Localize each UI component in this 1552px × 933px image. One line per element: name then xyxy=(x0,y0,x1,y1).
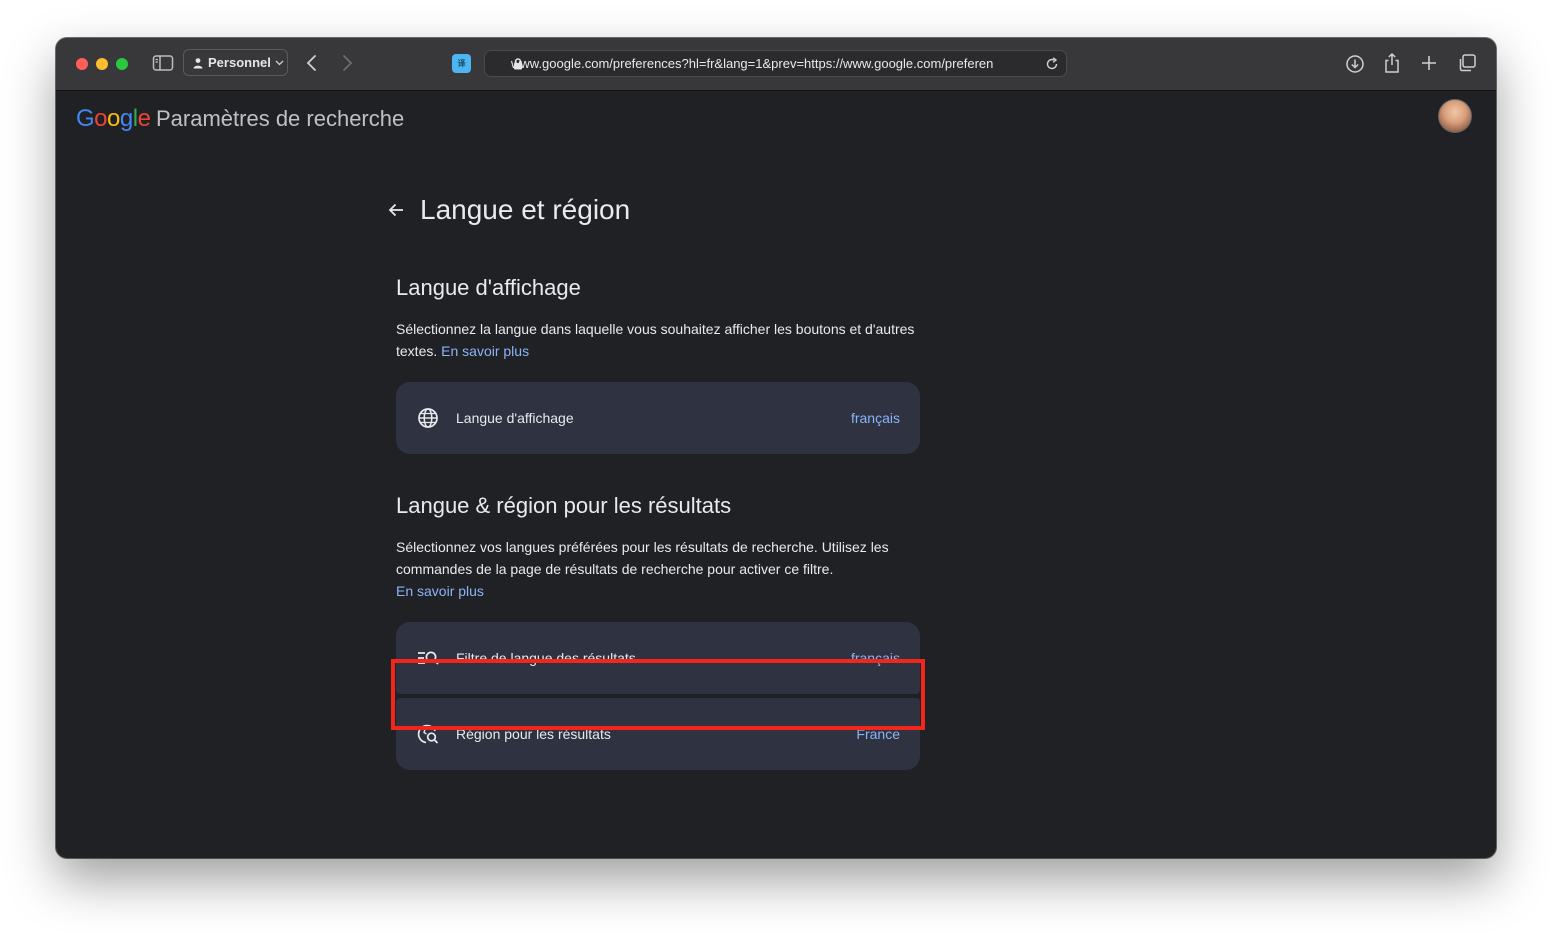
minimize-window-button[interactable] xyxy=(96,58,108,70)
chevron-down-icon xyxy=(275,60,284,65)
learn-more-link[interactable]: En savoir plus xyxy=(396,583,484,599)
globe-search-icon xyxy=(416,722,440,746)
filter-search-icon xyxy=(416,646,440,670)
downloads-icon[interactable] xyxy=(1345,54,1365,74)
sidebar-toggle-icon[interactable] xyxy=(152,54,174,72)
chevron-right-icon xyxy=(343,55,353,71)
back-arrow-icon[interactable] xyxy=(386,200,406,225)
results-language-filter-setting[interactable]: Filtre de langue des résultats français xyxy=(396,622,920,694)
profile-menu-button[interactable]: Personnel xyxy=(183,49,288,76)
results-language-region-heading: Langue & région pour les résultats xyxy=(396,493,732,518)
setting-value: français xyxy=(850,410,900,426)
back-nav-button[interactable] xyxy=(305,54,319,72)
share-icon[interactable] xyxy=(1383,52,1401,74)
url-text: www.google.com/preferences?hl=fr&lang=1&… xyxy=(511,56,994,71)
display-language-description: Sélectionnez la langue dans laquelle vou… xyxy=(396,318,926,362)
page-title: Langue et région xyxy=(420,194,631,225)
browser-window: Personnel 译 www.google.com/preferences?h… xyxy=(56,38,1496,858)
address-bar[interactable]: www.google.com/preferences?hl=fr&lang=1&… xyxy=(484,50,1067,77)
account-avatar[interactable] xyxy=(1438,99,1472,133)
globe-icon xyxy=(416,406,440,430)
setting-label: Langue d'affichage xyxy=(456,410,574,426)
results-description-text: Sélectionnez vos langues préférées pour … xyxy=(396,539,889,577)
results-description: Sélectionnez vos langues préférées pour … xyxy=(396,536,926,602)
zoom-window-button[interactable] xyxy=(116,58,128,70)
person-icon xyxy=(193,57,203,68)
setting-value: France xyxy=(856,726,900,742)
browser-toolbar: Personnel 译 www.google.com/preferences?h… xyxy=(56,38,1496,91)
header-title: Paramètres de recherche xyxy=(156,106,405,131)
display-language-setting[interactable]: Langue d'affichage français xyxy=(396,382,920,454)
page-content: Google Paramètres de recherche Langue et… xyxy=(56,91,1496,858)
lock-icon xyxy=(513,58,523,73)
reload-icon[interactable] xyxy=(1044,56,1060,75)
tab-overview-icon[interactable] xyxy=(1457,53,1477,73)
google-logo[interactable]: Google xyxy=(76,105,151,133)
translate-extension-icon[interactable]: 译 xyxy=(452,54,471,73)
new-tab-icon[interactable] xyxy=(1420,54,1438,72)
display-language-heading: Langue d'affichage xyxy=(396,275,581,300)
learn-more-link[interactable]: En savoir plus xyxy=(441,343,529,359)
setting-label: Filtre de langue des résultats xyxy=(456,650,636,666)
results-region-setting[interactable]: Région pour les résultats France xyxy=(396,698,920,770)
close-window-button[interactable] xyxy=(76,58,88,70)
setting-value: français xyxy=(850,650,900,666)
chevron-left-icon xyxy=(306,55,316,71)
forward-nav-button[interactable] xyxy=(340,54,354,72)
profile-name: Personnel xyxy=(208,55,271,70)
setting-label: Région pour les résultats xyxy=(456,726,611,742)
